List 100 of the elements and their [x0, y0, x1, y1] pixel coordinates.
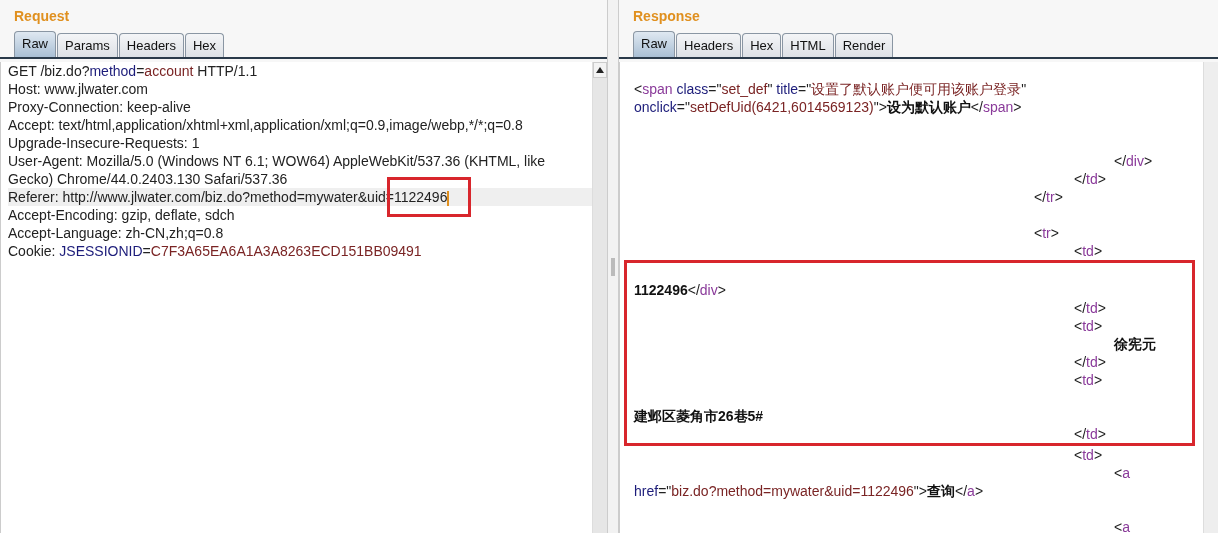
code-text: > — [717, 282, 726, 298]
code-text: < — [1073, 243, 1083, 259]
code-text: 建邺区菱角市26巷5# — [634, 408, 764, 424]
code-text: tr — [1042, 225, 1051, 241]
code-text: Cookie: — [8, 243, 57, 259]
code-text: 设为默认账户 — [886, 99, 971, 115]
code-text: > — [1097, 171, 1106, 187]
code-text: 设置了默认账户便可用该账户登录 — [811, 81, 1022, 97]
code-text: td — [1086, 354, 1098, 370]
code-text: C7F3A65EA6A1A3A8263ECD151BB09491 — [150, 243, 422, 259]
code-text: </ — [1073, 354, 1087, 370]
code-text: < — [1073, 372, 1083, 388]
code-text: </ — [1073, 171, 1087, 187]
code-text: td — [1082, 318, 1094, 334]
code-text: </ — [1073, 300, 1087, 316]
code-text: > — [974, 483, 984, 499]
code-text: < — [1113, 519, 1123, 533]
code-text: User-Agent: Mozilla/5.0 (Windows NT 6.1; WOW64) AppleWebKit/537.36 (KHTML, like — [8, 153, 546, 169]
code-text: > — [1093, 372, 1103, 388]
code-text: " — [767, 81, 774, 97]
code-text: </ — [1073, 426, 1087, 442]
code-text: < — [1073, 318, 1083, 334]
code-text: title — [776, 81, 799, 97]
code-text: td — [1082, 372, 1094, 388]
code-text: </ — [687, 282, 700, 298]
code-text: Host: www.jlwater.com — [8, 81, 149, 97]
code-text: < — [1113, 465, 1123, 481]
tab[interactable]: Hex — [742, 33, 782, 57]
code-text: GET /biz.do? — [8, 63, 90, 79]
tab[interactable]: Params — [57, 33, 118, 57]
code-text: 1122496 — [634, 282, 688, 298]
code-text: "> — [873, 99, 887, 115]
code-text: </ — [955, 483, 968, 499]
code-text: JSESSIONID — [59, 243, 143, 259]
code-text: div — [1126, 153, 1144, 169]
code-text: href — [634, 483, 659, 499]
code-text: biz.do?method=mywater&uid=1122496 — [671, 483, 914, 499]
tab[interactable]: HTML — [782, 33, 834, 57]
tab[interactable]: Render — [834, 33, 894, 57]
code-text: class — [675, 81, 709, 97]
code-text: > — [1144, 153, 1153, 169]
scroll-up-icon[interactable] — [596, 67, 604, 73]
code-text: span — [642, 81, 673, 97]
tab[interactable]: Headers — [118, 33, 184, 57]
code-text: > — [1013, 99, 1022, 115]
code-text: td — [1082, 447, 1094, 463]
code-text: </ — [1113, 153, 1127, 169]
code-text: 查询 — [927, 483, 955, 499]
code-text: =" — [798, 81, 812, 97]
code-text: = — [136, 63, 145, 79]
code-text: < — [634, 81, 643, 97]
code-text: < — [1033, 225, 1043, 241]
code-text: > — [1050, 225, 1059, 241]
code-text: " — [1021, 81, 1027, 97]
code-text: setDefUid(6421,6014569123) — [689, 99, 874, 115]
code-text: =" — [676, 99, 690, 115]
code-text: td — [1082, 243, 1094, 259]
tab[interactable]: Raw — [14, 31, 56, 57]
code-text: span — [982, 99, 1014, 115]
tab[interactable]: Raw — [633, 31, 675, 57]
code-text: =" — [708, 81, 722, 97]
code-text: div — [699, 282, 718, 298]
code-text: Upgrade-Insecure-Requests: 1 — [8, 135, 200, 151]
code-text: > — [1093, 243, 1103, 259]
code-text: a — [967, 483, 975, 499]
code-text: "> — [913, 483, 927, 499]
code-text: a — [1122, 465, 1130, 481]
tab[interactable]: Hex — [184, 33, 225, 57]
tab[interactable]: Headers — [676, 33, 742, 57]
code-text: onclick — [634, 99, 677, 115]
code-text: </ — [1033, 189, 1047, 205]
code-text: Accept-Language: zh-CN,zh;q=0.8 — [8, 225, 224, 241]
code-text: > — [1097, 354, 1106, 370]
code-text: HTTP/1.1 — [196, 63, 258, 79]
code-text: Gecko) Chrome/44.0.2403.130 Safari/537.36 — [8, 171, 288, 187]
pane-title: Response — [632, 7, 700, 26]
code-text: Accept: text/html,application/xhtml+xml,application/xml;q=0.9,image/webp,*/*;q=0.8 — [8, 117, 523, 133]
code-text: a — [1122, 519, 1130, 533]
code-text: > — [1054, 189, 1063, 205]
code-text: Proxy-Connection: keep-alive — [8, 99, 191, 115]
code-text: > — [1097, 300, 1106, 316]
code-text: > — [1093, 318, 1103, 334]
code-text: > — [1093, 447, 1103, 463]
pane-title: Request — [13, 7, 70, 26]
code-text: tr — [1046, 189, 1055, 205]
scrollbar[interactable] — [592, 62, 607, 533]
code-text: set_def — [721, 81, 768, 97]
code-text: td — [1086, 426, 1098, 442]
code-text: td — [1086, 300, 1098, 316]
code-text: td — [1086, 171, 1098, 187]
code-text: =" — [658, 483, 672, 499]
code-text: method — [89, 63, 137, 79]
code-text: account — [144, 63, 194, 79]
code-text: = — [142, 243, 151, 259]
code-text: Referer: http://www.jlwater.com/biz.do?method=mywater&uid — [8, 189, 386, 205]
split-handle-icon[interactable] — [611, 257, 615, 276]
code-text: 徐宪元 — [1113, 336, 1156, 352]
code-text: > — [1097, 426, 1106, 442]
code-text: < — [1073, 447, 1083, 463]
scrollbar[interactable] — [1203, 62, 1218, 533]
